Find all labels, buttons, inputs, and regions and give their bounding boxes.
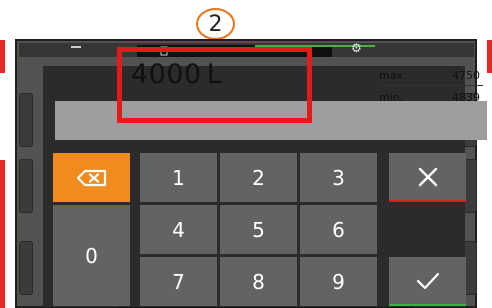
max-label: max. [379, 69, 407, 82]
key-0[interactable]: 0 [53, 205, 130, 306]
limits-panel: max. 4750 min. 4839 [373, 66, 488, 107]
highlight-box [117, 47, 312, 123]
key-6[interactable]: 6 [300, 205, 377, 254]
left-edge-marker-lower [0, 160, 5, 308]
max-row: max. 4750 [373, 66, 488, 84]
settings-icon[interactable]: ⚙ [351, 41, 362, 55]
min-row: min. 4839 [373, 88, 488, 106]
backspace-button[interactable] [53, 153, 130, 202]
min-value: 4839 [452, 91, 480, 104]
key-7[interactable]: 7 [140, 257, 217, 306]
confirm-button[interactable] [389, 257, 466, 306]
left-side-tab-3[interactable] [19, 241, 33, 295]
left-side-tab-2[interactable] [19, 159, 33, 213]
cancel-button[interactable] [389, 153, 466, 202]
check-icon [416, 272, 439, 289]
key-8[interactable]: 8 [220, 257, 297, 306]
key-2[interactable]: 2 [220, 153, 297, 202]
key-1[interactable]: 1 [140, 153, 217, 202]
callout-number: 2 [196, 8, 235, 40]
left-side-tab-1[interactable] [19, 93, 33, 147]
tab-icon [71, 46, 81, 48]
limits-divider [379, 85, 483, 86]
key-4[interactable]: 4 [140, 205, 217, 254]
backspace-icon [76, 169, 106, 186]
close-icon [418, 167, 437, 186]
key-5[interactable]: 5 [220, 205, 297, 254]
max-value: 4750 [452, 69, 480, 82]
key-3[interactable]: 3 [300, 153, 377, 202]
key-9[interactable]: 9 [300, 257, 377, 306]
min-label: min. [379, 91, 404, 104]
left-edge-marker [0, 40, 5, 73]
